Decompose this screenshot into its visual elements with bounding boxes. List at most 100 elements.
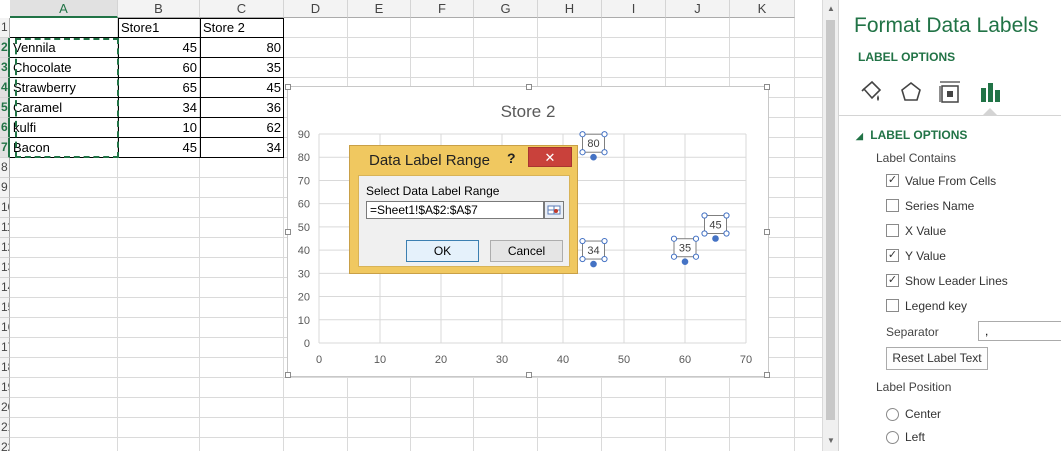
row-header-3[interactable]: 3: [0, 58, 10, 78]
column-heading-cell[interactable]: Store 2: [200, 18, 284, 37]
radio-center[interactable]: [886, 408, 899, 421]
collapse-dialog-button[interactable]: [544, 201, 564, 219]
chart-title[interactable]: Store 2: [501, 102, 556, 121]
label-handle[interactable]: [579, 149, 586, 156]
label-handle[interactable]: [701, 230, 708, 237]
value-cell[interactable]: 36: [200, 98, 284, 117]
data-label[interactable]: 80: [587, 138, 599, 150]
fill-line-icon[interactable]: [858, 79, 884, 105]
chart-resize-handle[interactable]: [285, 372, 291, 378]
column-heading-cell[interactable]: Store1: [118, 18, 200, 37]
column-header-j[interactable]: J: [666, 0, 730, 18]
label-handle[interactable]: [670, 253, 678, 260]
radio-left[interactable]: [886, 431, 899, 444]
chart-resize-handle[interactable]: [764, 229, 770, 235]
checkbox-show-leader-lines[interactable]: ✓: [886, 274, 899, 287]
chart-resize-handle[interactable]: [526, 84, 532, 90]
label-handle[interactable]: [670, 235, 678, 242]
checkbox-legend-key[interactable]: [886, 299, 899, 312]
label-handle[interactable]: [601, 131, 608, 138]
row-header-19[interactable]: 19: [0, 378, 10, 398]
chart-resize-handle[interactable]: [764, 372, 770, 378]
value-cell[interactable]: 60: [118, 58, 200, 77]
row-header-2[interactable]: 2: [0, 38, 10, 58]
worksheet-grid[interactable]: ABCDEFGHIJK 1234567891011121314151617181…: [0, 0, 822, 451]
data-point[interactable]: [712, 235, 719, 242]
value-cell[interactable]: 45: [118, 38, 200, 57]
row-header-13[interactable]: 13: [0, 258, 10, 278]
label-options-section[interactable]: ◢ LABEL OPTIONS: [856, 128, 967, 142]
value-cell[interactable]: 45: [118, 138, 200, 157]
label-handle[interactable]: [701, 212, 708, 219]
close-button[interactable]: ✕: [528, 147, 572, 167]
column-header-g[interactable]: G: [474, 0, 538, 18]
row-header-17[interactable]: 17: [0, 338, 10, 358]
data-label[interactable]: 35: [679, 243, 691, 255]
row-header-6[interactable]: 6: [0, 118, 10, 138]
value-cell[interactable]: 10: [118, 118, 200, 137]
data-point[interactable]: [590, 153, 597, 161]
pane-subtitle[interactable]: LABEL OPTIONS: [858, 50, 955, 64]
column-header-c[interactable]: C: [200, 0, 284, 18]
label-handle[interactable]: [692, 253, 700, 260]
column-header-f[interactable]: F: [411, 0, 474, 18]
scroll-up-icon[interactable]: ▲: [827, 4, 835, 13]
value-cell[interactable]: 62: [200, 118, 284, 137]
reset-label-text-button[interactable]: Reset Label Text: [886, 347, 988, 370]
checkbox-series-name[interactable]: [886, 199, 899, 212]
help-icon[interactable]: ?: [507, 150, 516, 166]
label-handle[interactable]: [692, 235, 700, 242]
row-header-8[interactable]: 8: [0, 158, 10, 178]
chart-resize-handle[interactable]: [285, 84, 291, 90]
ok-button[interactable]: OK: [406, 240, 479, 262]
row-header-15[interactable]: 15: [0, 298, 10, 318]
range-input[interactable]: =Sheet1!$A$2:$A$7: [366, 201, 544, 219]
value-cell[interactable]: 80: [200, 38, 284, 57]
label-handle[interactable]: [579, 131, 586, 138]
row-header-12[interactable]: 12: [0, 238, 10, 258]
cancel-button[interactable]: Cancel: [490, 240, 563, 262]
label-handle[interactable]: [601, 237, 608, 245]
scroll-thumb[interactable]: [826, 20, 835, 420]
label-handle[interactable]: [723, 212, 730, 219]
label-handle[interactable]: [601, 149, 608, 156]
column-heading-cell[interactable]: [10, 18, 118, 37]
row-header-9[interactable]: 9: [0, 178, 10, 198]
value-cell[interactable]: 34: [118, 98, 200, 117]
row-header-7[interactable]: 7: [0, 138, 10, 158]
chart-resize-handle[interactable]: [285, 229, 291, 235]
checkbox-y-value[interactable]: ✓: [886, 249, 899, 262]
label-handle[interactable]: [723, 230, 730, 237]
label-handle[interactable]: [579, 255, 586, 263]
data-label[interactable]: 45: [709, 220, 721, 232]
row-header-21[interactable]: 21: [0, 418, 10, 438]
checkbox-x-value[interactable]: [886, 224, 899, 237]
value-cell[interactable]: 34: [200, 138, 284, 157]
chart-resize-handle[interactable]: [764, 84, 770, 90]
row-header-14[interactable]: 14: [0, 278, 10, 298]
checkbox-value-from-cells[interactable]: ✓: [886, 174, 899, 187]
column-header-k[interactable]: K: [730, 0, 795, 18]
column-header-h[interactable]: H: [538, 0, 602, 18]
value-cell[interactable]: 35: [200, 58, 284, 77]
vertical-scrollbar[interactable]: ▲ ▼: [822, 0, 838, 451]
row-header-5[interactable]: 5: [0, 98, 10, 118]
value-cell[interactable]: 65: [118, 78, 200, 97]
column-header-e[interactable]: E: [348, 0, 411, 18]
row-header-1[interactable]: 1: [0, 18, 10, 38]
data-point[interactable]: [590, 260, 597, 268]
row-header-18[interactable]: 18: [0, 358, 10, 378]
row-header-20[interactable]: 20: [0, 398, 10, 418]
column-header-d[interactable]: D: [284, 0, 348, 18]
scroll-down-icon[interactable]: ▼: [827, 436, 835, 445]
size-properties-icon[interactable]: [937, 79, 963, 105]
row-header-4[interactable]: 4: [0, 78, 10, 98]
label-handle[interactable]: [579, 237, 586, 245]
row-header-22[interactable]: 22: [0, 438, 10, 451]
effects-icon[interactable]: [898, 79, 924, 105]
value-cell[interactable]: 45: [200, 78, 284, 97]
row-header-16[interactable]: 16: [0, 318, 10, 338]
column-header-i[interactable]: I: [602, 0, 666, 18]
data-label[interactable]: 34: [587, 245, 599, 257]
row-header-11[interactable]: 11: [0, 218, 10, 238]
